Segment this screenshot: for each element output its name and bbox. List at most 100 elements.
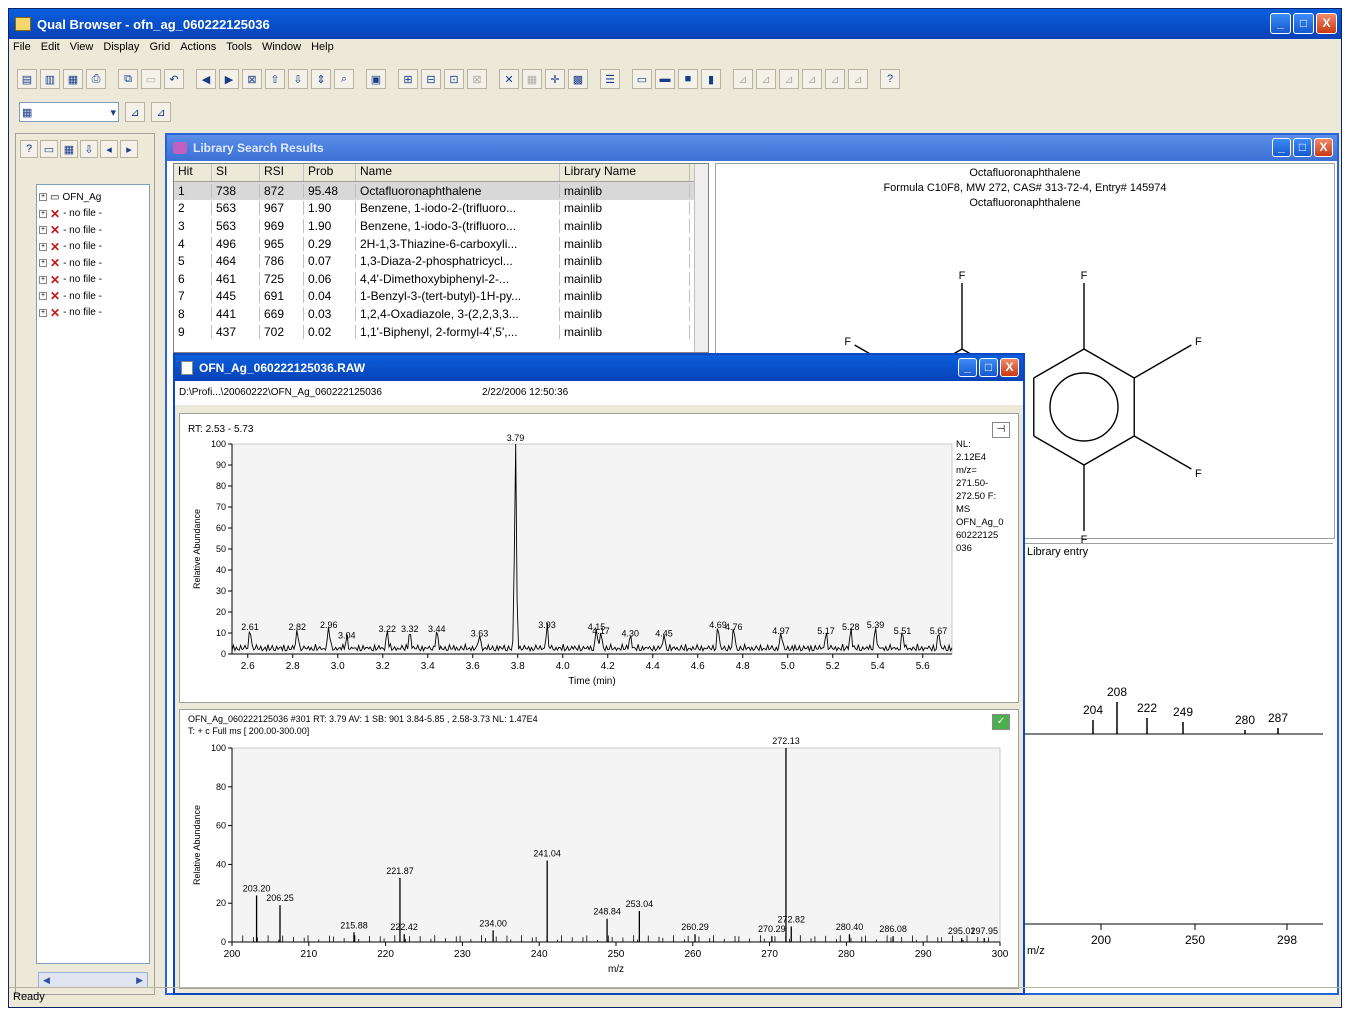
expand-icon[interactable]: + <box>39 259 47 268</box>
column-header[interactable]: RSI <box>260 164 304 181</box>
menu-tools[interactable]: Tools <box>226 41 252 59</box>
spectrum-panel[interactable]: OFN_Ag_060222125036 #301 RT: 3.79 AV: 1 … <box>179 709 1019 989</box>
menu-help[interactable]: Help <box>311 41 334 59</box>
help-icon[interactable]: ? <box>880 69 900 89</box>
split-cell-icon[interactable]: ⊟ <box>421 69 441 89</box>
print-icon[interactable]: ⎙ <box>86 69 106 89</box>
expand-icon[interactable]: + <box>39 209 47 218</box>
undo-icon[interactable]: ↶ <box>164 69 184 89</box>
library-maximize-button[interactable]: □ <box>1293 138 1312 157</box>
scroll-left-icon[interactable]: ◀ <box>43 975 50 985</box>
lock-icon[interactable]: ▩ <box>568 69 588 89</box>
raw-maximize-button[interactable]: □ <box>979 358 998 377</box>
paste-icon[interactable]: ▭ <box>141 69 161 89</box>
tree-item[interactable]: + ✕ - no file - <box>39 239 147 256</box>
table-row[interactable]: 8 441 669 0.03 1,2,4-Oxadiazole, 3-(2,2,3,3.… <box>174 305 708 323</box>
menu-window[interactable]: Window <box>262 41 301 59</box>
table-row[interactable]: 4 496 965 0.29 2H-1,3-Thiazine-6-carboxyli..… <box>174 235 708 253</box>
layout-3-icon[interactable]: ■ <box>678 69 698 89</box>
zoom-fit-icon[interactable]: ⊠ <box>242 69 262 89</box>
raw-minimize-button[interactable]: _ <box>958 358 977 377</box>
tree-item[interactable]: + ✕ - no file - <box>39 288 147 305</box>
pin-icon[interactable]: ✛ <box>545 69 565 89</box>
scale-down-icon[interactable]: ⇩ <box>288 69 308 89</box>
tree-item[interactable]: + ✕ - no file - <box>39 272 147 289</box>
open-layout-icon[interactable]: ▥ <box>40 69 60 89</box>
open-icon[interactable]: ▤ <box>17 69 37 89</box>
column-header[interactable]: Prob <box>304 164 356 181</box>
tree-item[interactable]: + ▭ OFN_Ag <box>39 189 147 206</box>
chromatogram-panel[interactable]: RT: 2.53 - 5.73 ⊣ NL: 2.12E4 m/z= 271.50- 27… <box>179 413 1019 703</box>
vertical-scrollbar[interactable] <box>694 164 708 352</box>
tree-item[interactable]: + ✕ - no file - <box>39 255 147 272</box>
table-row[interactable]: 7 445 691 0.04 1-Benzyl-3-(tert-butyl)-1H-py… <box>174 288 708 306</box>
tile-3-icon[interactable]: ⊿ <box>779 69 799 89</box>
chart-range-icon[interactable]: ⊿ <box>151 102 171 122</box>
menu-edit[interactable]: Edit <box>41 41 60 59</box>
arrow-right-icon[interactable]: ▸ <box>120 140 138 158</box>
expand-icon[interactable]: + <box>39 226 47 235</box>
menu-view[interactable]: View <box>70 41 94 59</box>
range-select[interactable]: ▦ ▾ <box>19 102 119 122</box>
menu-file[interactable]: File <box>13 41 31 59</box>
tile-1-icon[interactable]: ⊿ <box>733 69 753 89</box>
table-row[interactable]: 3 563 969 1.90 Benzene, 1-iodo-3-(trifluoro.… <box>174 217 708 235</box>
maximize-button[interactable]: □ <box>1293 13 1314 34</box>
column-header[interactable]: SI <box>212 164 260 181</box>
minimize-button[interactable]: _ <box>1270 13 1291 34</box>
page-setup-icon[interactable]: ▦ <box>60 140 78 158</box>
raw-close-button[interactable]: X <box>1000 358 1019 377</box>
expand-icon[interactable]: + <box>39 242 47 251</box>
arrow-left-icon[interactable]: ◂ <box>100 140 118 158</box>
tile-6-icon[interactable]: ⊿ <box>848 69 868 89</box>
remove-cell-icon[interactable]: ⊠ <box>467 69 487 89</box>
tile-4-icon[interactable]: ⊿ <box>802 69 822 89</box>
table-row[interactable]: 2 563 967 1.90 Benzene, 1-iodo-2-(trifluoro.… <box>174 200 708 218</box>
tree-item[interactable]: + ✕ - no file - <box>39 222 147 239</box>
library-close-button[interactable]: X <box>1314 138 1333 157</box>
menu-grid[interactable]: Grid <box>149 41 170 59</box>
sample-info-icon[interactable]: ? <box>20 140 38 158</box>
tree-item[interactable]: + ✕ - no file - <box>39 206 147 223</box>
menu-actions[interactable]: Actions <box>180 41 216 59</box>
column-header[interactable]: Library Name <box>560 164 690 181</box>
tile-2-icon[interactable]: ⊿ <box>756 69 776 89</box>
menu-display[interactable]: Display <box>103 41 139 59</box>
tile-5-icon[interactable]: ⊿ <box>825 69 845 89</box>
add-cell-icon[interactable]: ⊞ <box>398 69 418 89</box>
download-icon[interactable]: ⇩ <box>80 140 98 158</box>
layout-2-icon[interactable]: ▬ <box>655 69 675 89</box>
save-layout-icon[interactable]: ▦ <box>63 69 83 89</box>
properties-icon[interactable]: ☰ <box>600 69 620 89</box>
table-row[interactable]: 6 461 725 0.06 4,4'-Dimethoxybiphenyl-2-... m… <box>174 270 708 288</box>
insert-cell-icon[interactable]: ⊡ <box>444 69 464 89</box>
table-row[interactable]: 5 464 786 0.07 1,3-Diaza-2-phosphatricycl...… <box>174 252 708 270</box>
layout-4-icon[interactable]: ▮ <box>701 69 721 89</box>
expand-icon[interactable]: + <box>39 193 47 202</box>
tree-item[interactable]: + ✕ - no file - <box>39 305 147 322</box>
raw-titlebar[interactable]: OFN_Ag_060222125036.RAW _ □ X <box>175 355 1023 381</box>
close-button[interactable]: X <box>1316 13 1337 34</box>
table-row[interactable]: 1 738 872 95.48 Octafluoronaphthalene mainlib <box>174 182 708 200</box>
grid-icon[interactable]: ▦ <box>522 69 542 89</box>
horizontal-scrollbar[interactable]: ◀ ▶ <box>38 972 148 988</box>
chart-icon[interactable]: ⊿ <box>125 102 145 122</box>
layout-1-icon[interactable]: ▭ <box>632 69 652 89</box>
delete-icon[interactable]: ✕ <box>499 69 519 89</box>
next-icon[interactable]: ▶ <box>219 69 239 89</box>
app-titlebar[interactable]: Qual Browser - ofn_ag_060222125036 _ □ X <box>9 9 1341 39</box>
expand-icon[interactable]: + <box>39 308 47 317</box>
search-icon[interactable]: ⌕ <box>334 69 354 89</box>
column-header[interactable]: Hit <box>174 164 212 181</box>
table-row[interactable]: 9 437 702 0.02 1,1'-Biphenyl, 2-formyl-4',5'… <box>174 323 708 341</box>
previous-icon[interactable]: ◀ <box>196 69 216 89</box>
expand-icon[interactable]: + <box>39 292 47 301</box>
column-header[interactable]: Name <box>356 164 560 181</box>
expand-icon[interactable]: + <box>39 275 47 284</box>
copy-icon[interactable]: ⧉ <box>118 69 138 89</box>
normalize-icon[interactable]: ⇕ <box>311 69 331 89</box>
library-minimize-button[interactable]: _ <box>1272 138 1291 157</box>
scale-up-icon[interactable]: ⇧ <box>265 69 285 89</box>
library-titlebar[interactable]: Library Search Results _ □ X <box>167 135 1337 161</box>
scroll-right-icon[interactable]: ▶ <box>136 975 143 985</box>
